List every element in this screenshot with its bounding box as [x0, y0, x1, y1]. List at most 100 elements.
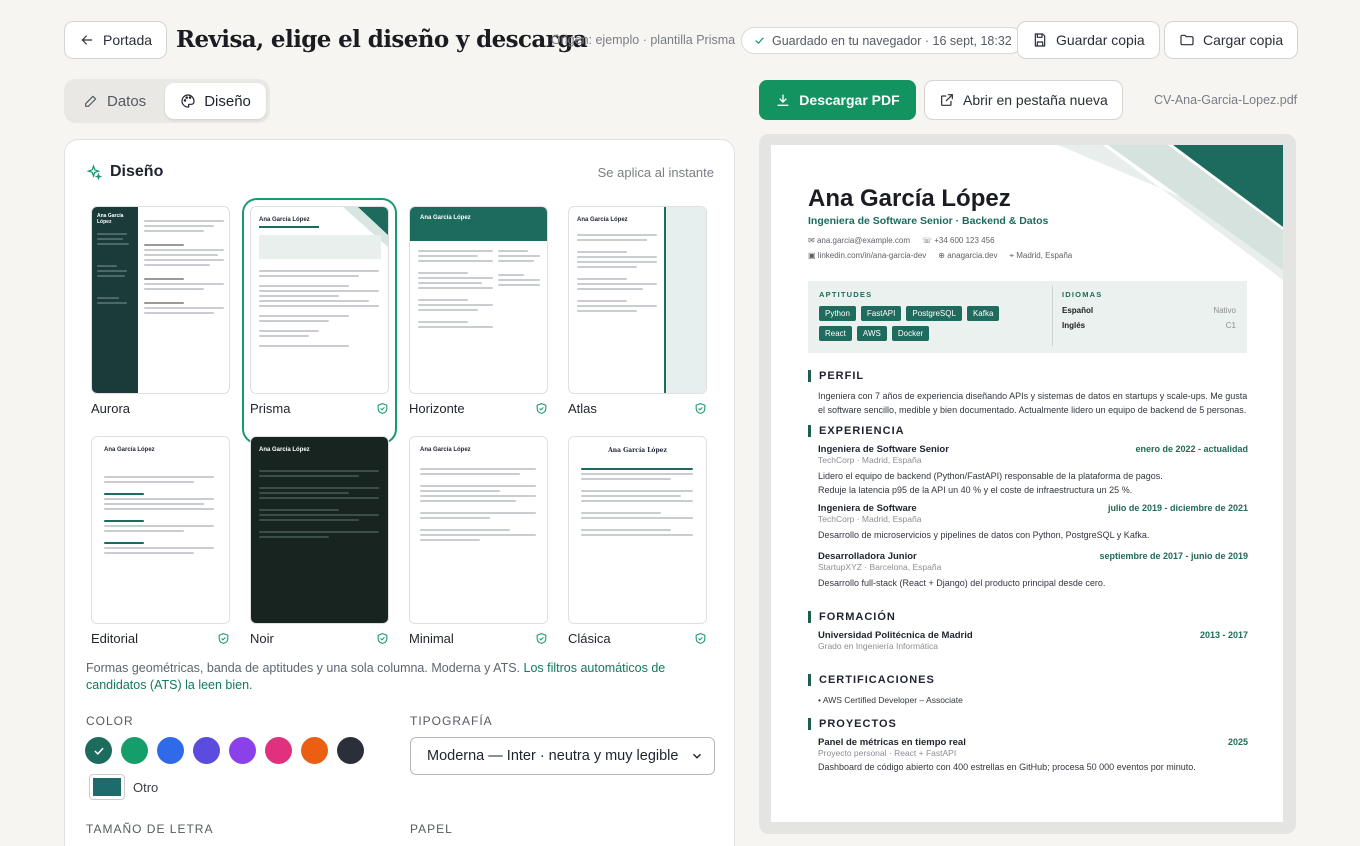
resume-page: Ana García López Ingeniera de Software S…	[771, 145, 1283, 822]
template-card-aurora[interactable]: Ana García López Aurora	[91, 206, 230, 436]
template-name: Minimal	[409, 631, 454, 646]
pencil-icon	[85, 95, 97, 107]
color-swatch[interactable]	[337, 737, 364, 764]
custom-color-picker[interactable]: Otro	[89, 774, 158, 800]
skill-tag: AWS	[856, 326, 887, 341]
geometric-shapes	[1058, 145, 1283, 280]
download-pdf-button[interactable]: Descargar PDF	[759, 80, 916, 120]
external-link-icon	[941, 94, 953, 106]
template-card-minimal[interactable]: Ana García López Minimal	[409, 436, 548, 666]
check-icon	[93, 747, 104, 755]
job-entry: Ingeniera de Software Senior enero de 202…	[818, 444, 1248, 495]
color-swatch[interactable]	[301, 737, 328, 764]
save-copy-button[interactable]: Guardar copia	[1017, 21, 1160, 59]
sparkles-icon	[86, 163, 102, 180]
ats-shield-icon	[536, 403, 547, 414]
template-card-noir[interactable]: Ana García López Noir	[250, 436, 389, 666]
ats-shield-icon	[377, 633, 388, 644]
template-card-clasica[interactable]: Ana García López Clásica	[568, 436, 707, 666]
skill-tag: FastAPI	[860, 306, 902, 321]
section-profile: PERFIL	[808, 370, 864, 382]
apply-hint: Se aplica al instante	[597, 165, 714, 180]
typography-select[interactable]: Moderna — Inter · neutra y muy legible	[410, 737, 715, 775]
resume-name: Ana García López	[808, 185, 1011, 212]
resume-role: Ingeniera de Software Senior · Backend &…	[808, 215, 1049, 227]
skill-tag: Docker	[891, 326, 930, 341]
saved-status-badge: Guardado en tu navegador · 16 sept, 18:3…	[741, 27, 1024, 54]
tab-diseno[interactable]: Diseño	[165, 83, 266, 119]
mode-tabs: Datos Diseño	[64, 79, 270, 123]
design-panel-title: Diseño	[110, 163, 164, 180]
color-label: COLOR	[86, 714, 134, 728]
template-description: Formas geométricas, banda de aptitudes y…	[86, 661, 666, 692]
skill-tag: Kafka	[966, 306, 1000, 321]
paper-label: PAPEL	[410, 822, 453, 836]
color-swatch[interactable]	[193, 737, 220, 764]
skill-tag: PostgreSQL	[906, 306, 962, 321]
preview-frame: Ana García López Ingeniera de Software S…	[759, 134, 1296, 834]
ats-shield-icon	[695, 403, 706, 414]
template-name: Noir	[250, 631, 274, 646]
skills-band: APTITUDES Python FastAPI PostgreSQL Kafka Re…	[808, 281, 1247, 353]
contact-row-1: ✉ ana.garcia@example.com ☏ +34 600 123 4…	[808, 236, 995, 245]
job-entry: Ingeniera de Software julio de 2019 - dic…	[818, 503, 1248, 540]
template-card-prisma[interactable]: Ana García López Prisma	[242, 198, 397, 444]
skill-tag: Python	[819, 306, 856, 321]
color-swatch[interactable]	[265, 737, 292, 764]
template-thumbnail: Ana García López	[568, 436, 707, 624]
template-thumbnail: Ana García López	[250, 206, 389, 394]
template-thumbnail: Ana García López	[568, 206, 707, 394]
origin-text: Origen: ejemplo · plantilla Prisma	[551, 33, 736, 47]
languages-list: Español Nativo Inglés C1	[1062, 306, 1236, 330]
education-entry: Universidad Politécnica de Madrid 2013 - …	[818, 630, 1248, 651]
load-copy-button[interactable]: Cargar copia	[1164, 21, 1299, 59]
template-thumbnail: Ana García López	[91, 436, 230, 624]
section-experience: EXPERIENCIA	[808, 425, 905, 437]
template-name: Aurora	[91, 401, 131, 416]
template-thumbnail: Ana García López	[409, 436, 548, 624]
template-name: Clásica	[568, 631, 611, 646]
open-new-tab-button[interactable]: Abrir en pestaña nueva	[924, 80, 1123, 120]
profile-text: Ingeniera con 7 años de experiencia dise…	[818, 391, 1248, 415]
arrow-left-icon	[81, 35, 93, 45]
ats-shield-icon	[536, 633, 547, 644]
back-button[interactable]: Portada	[64, 21, 168, 59]
color-swatches	[85, 737, 364, 764]
template-thumbnail: Ana García López	[409, 206, 548, 394]
ats-shield-icon	[695, 633, 706, 644]
page-title: Revisa, elige el diseño y descarga	[176, 26, 588, 53]
design-panel: Diseño Se aplica al instante Ana García L…	[64, 139, 735, 846]
template-name: Atlas	[568, 401, 597, 416]
template-name: Prisma	[250, 401, 291, 416]
color-swatch[interactable]	[121, 737, 148, 764]
skills-list: Python FastAPI PostgreSQL Kafka React AWS Dock…	[819, 306, 1034, 341]
template-card-horizonte[interactable]: Ana García López Horizonte	[409, 206, 548, 436]
project-entry: Panel de métricas en tiempo real 2025 Pro…	[818, 737, 1248, 772]
filename-text: CV-Ana-Garcia-Lopez.pdf	[1154, 93, 1298, 107]
color-swatch-selected[interactable]	[85, 737, 112, 764]
section-certifications: CERTIFICACIONES	[808, 674, 935, 686]
palette-icon	[181, 94, 195, 108]
chevron-down-icon	[693, 753, 701, 759]
template-thumbnail: Ana García López	[250, 436, 389, 624]
tab-datos[interactable]: Datos	[68, 83, 161, 119]
color-swatch[interactable]	[229, 737, 256, 764]
download-icon	[777, 94, 789, 106]
section-projects: PROYECTOS	[808, 718, 897, 730]
skill-tag: React	[819, 326, 852, 341]
template-name: Editorial	[91, 631, 138, 646]
template-card-atlas[interactable]: Ana García López Atlas	[568, 206, 707, 436]
typography-label: TIPOGRAFÍA	[410, 714, 493, 728]
job-entry: Desarrolladora Junior septiembre de 2017 …	[818, 551, 1248, 588]
template-name: Horizonte	[409, 401, 465, 416]
folder-icon	[1180, 34, 1194, 46]
color-swatch[interactable]	[157, 737, 184, 764]
template-grid: Ana GarcíaLópez Aurora Ana García López	[91, 198, 707, 666]
ats-shield-icon	[377, 403, 388, 414]
ats-shield-icon	[218, 633, 229, 644]
check-icon	[755, 37, 764, 45]
contact-row-2: ▣ linkedin.com/in/ana-garcia-dev ⊕ anaga…	[808, 251, 1073, 260]
font-size-label: TAMAÑO DE LETRA	[86, 822, 214, 836]
template-card-editorial[interactable]: Ana García López Editorial	[91, 436, 230, 666]
certification-item: • AWS Certified Developer – Associate	[818, 695, 963, 705]
